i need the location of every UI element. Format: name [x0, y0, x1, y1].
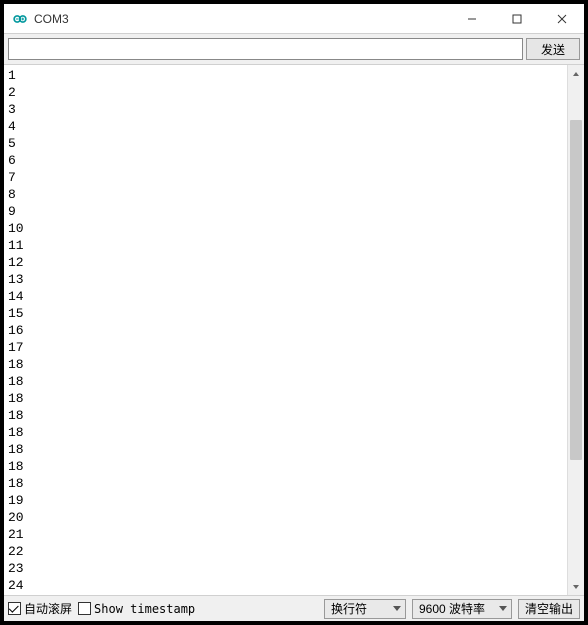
- arduino-icon: [12, 11, 28, 27]
- clear-output-button[interactable]: 清空输出: [518, 599, 580, 619]
- autoscroll-checkbox[interactable]: 自动滚屏: [8, 600, 72, 617]
- autoscroll-label: 自动滚屏: [24, 600, 72, 617]
- scroll-up-arrow[interactable]: [568, 65, 584, 82]
- line-ending-select[interactable]: 换行符: [324, 599, 406, 619]
- vertical-scrollbar[interactable]: [567, 65, 584, 595]
- chevron-down-icon: [499, 604, 507, 614]
- scroll-down-arrow[interactable]: [568, 578, 584, 595]
- output-area: 1 2 3 4 5 6 7 8 9 10 11 12 13 14 15 16 1…: [4, 65, 584, 595]
- line-ending-value: 换行符: [331, 600, 367, 617]
- serial-monitor-window: COM3 发送 1 2 3 4 5 6 7 8 9 10 11 12 13 14…: [3, 3, 585, 622]
- serial-input[interactable]: [8, 38, 523, 60]
- chevron-down-icon: [393, 604, 401, 614]
- baud-rate-value: 9600 波特率: [419, 600, 485, 617]
- timestamp-label: Show timestamp: [94, 602, 195, 616]
- titlebar[interactable]: COM3: [4, 4, 584, 34]
- send-button[interactable]: 发送: [526, 38, 580, 60]
- window-controls: [449, 4, 584, 33]
- baud-rate-select[interactable]: 9600 波特率: [412, 599, 512, 619]
- window-title: COM3: [34, 12, 449, 26]
- close-button[interactable]: [539, 4, 584, 33]
- checkbox-icon: [8, 602, 21, 615]
- scroll-thumb[interactable]: [570, 120, 582, 460]
- timestamp-checkbox[interactable]: Show timestamp: [78, 602, 195, 616]
- serial-output[interactable]: 1 2 3 4 5 6 7 8 9 10 11 12 13 14 15 16 1…: [4, 65, 567, 595]
- minimize-button[interactable]: [449, 4, 494, 33]
- bottom-toolbar: 自动滚屏 Show timestamp 换行符 9600 波特率 清空输出: [4, 595, 584, 621]
- input-toolbar: 发送: [4, 34, 584, 65]
- checkbox-icon: [78, 602, 91, 615]
- maximize-button[interactable]: [494, 4, 539, 33]
